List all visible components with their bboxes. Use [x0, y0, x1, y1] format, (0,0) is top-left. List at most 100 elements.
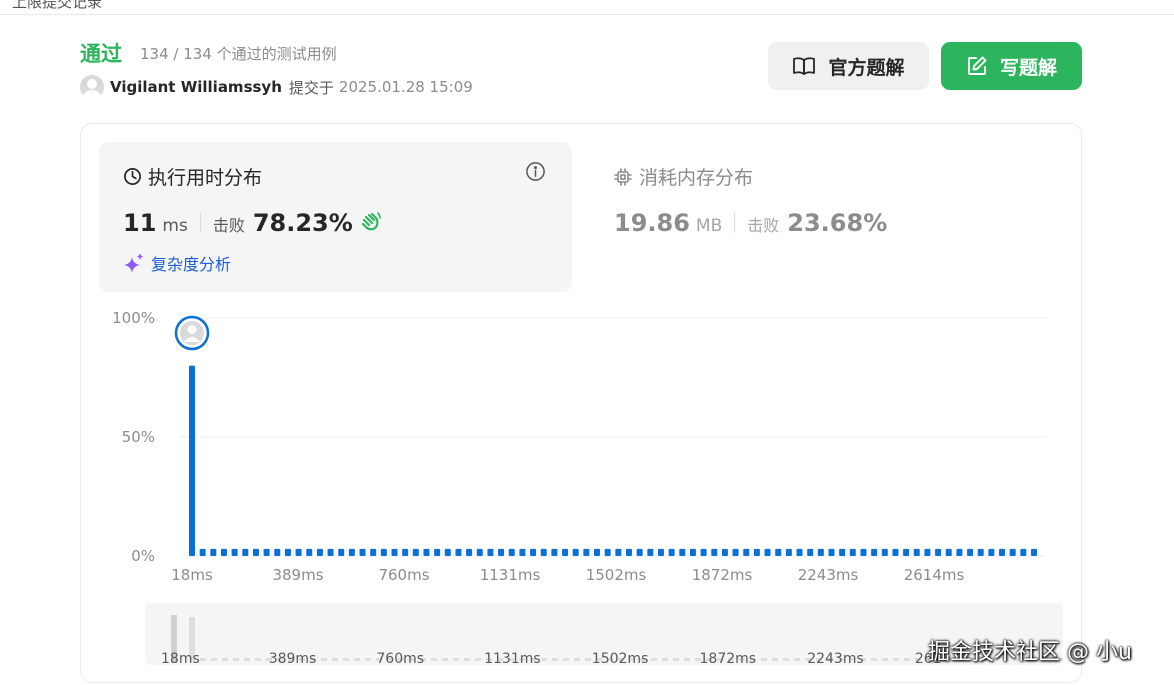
- histogram-bar[interactable]: [860, 548, 867, 556]
- histogram-bar[interactable]: [423, 548, 430, 556]
- histogram-bar[interactable]: [945, 548, 952, 556]
- histogram-bar[interactable]: [881, 548, 888, 556]
- histogram-bar[interactable]: [721, 548, 728, 556]
- complexity-analysis-link[interactable]: 复杂度分析: [123, 251, 231, 275]
- histogram-bar[interactable]: [455, 548, 462, 556]
- histogram-bar[interactable]: [242, 548, 249, 556]
- histogram-bar[interactable]: [274, 548, 281, 556]
- histogram-bar[interactable]: [625, 548, 632, 556]
- avatar[interactable]: [80, 75, 104, 99]
- histogram-bar[interactable]: [732, 548, 739, 556]
- histogram-bar[interactable]: [807, 548, 814, 556]
- runtime-distribution-chart[interactable]: 100% 50% 0% 18ms 389ms 760ms 1131ms 1502ms 1872m…: [100, 305, 1060, 595]
- histogram-bar[interactable]: [689, 548, 696, 556]
- histogram-bar[interactable]: [604, 548, 611, 556]
- histogram-bar[interactable]: [668, 548, 675, 556]
- histogram-bar[interactable]: [370, 548, 377, 556]
- histogram-bar[interactable]: [913, 548, 920, 556]
- submitter-name[interactable]: Vigilant Williamssyh: [110, 78, 282, 96]
- histogram-bar[interactable]: [594, 548, 601, 556]
- histogram-bar[interactable]: [1009, 548, 1016, 556]
- histogram-bar[interactable]: [849, 548, 856, 556]
- histogram-bar[interactable]: [476, 548, 483, 556]
- histogram-bar[interactable]: [210, 548, 217, 556]
- histogram-bar[interactable]: [636, 548, 643, 556]
- histogram-bar[interactable]: [220, 548, 227, 556]
- your-submission-marker[interactable]: [174, 315, 210, 351]
- histogram-bar[interactable]: [711, 548, 718, 556]
- histogram-bar[interactable]: [466, 548, 473, 556]
- histogram-bar[interactable]: [551, 548, 558, 556]
- memory-panel[interactable]: 消耗内存分布 19.86 MB 击败 23.68%: [595, 142, 1055, 292]
- histogram-bar[interactable]: [359, 548, 366, 556]
- histogram-bar[interactable]: [956, 548, 963, 556]
- histogram-bar[interactable]: [977, 548, 984, 556]
- histogram-bar[interactable]: [967, 548, 974, 556]
- histogram-bar[interactable]: [402, 548, 409, 556]
- histogram-bar[interactable]: [434, 548, 441, 556]
- range-navigator-chart[interactable]: 18ms 389ms 760ms 1131ms 1502ms 1872ms 2243ms 26…: [145, 603, 1063, 665]
- histogram-bar[interactable]: [380, 548, 387, 556]
- navigator-bar: [354, 658, 360, 661]
- runtime-panel[interactable]: 执行用时分布 11 ms 击败 78.23% 复杂度分析: [99, 142, 572, 292]
- histogram-bar[interactable]: [1031, 548, 1037, 556]
- histogram-bar[interactable]: [903, 548, 910, 556]
- histogram-bar[interactable]: [892, 548, 899, 556]
- histogram-bar[interactable]: [839, 548, 846, 556]
- avatar-head: [187, 325, 197, 334]
- histogram-bar[interactable]: [295, 548, 302, 556]
- histogram-bar[interactable]: [391, 548, 398, 556]
- histogram-bar[interactable]: [647, 548, 654, 556]
- histogram-bar[interactable]: [775, 548, 782, 556]
- histogram-bar[interactable]: [999, 548, 1006, 556]
- histogram-bar[interactable]: [444, 548, 451, 556]
- navigator-bar: [673, 658, 679, 661]
- histogram-bar[interactable]: [231, 548, 238, 556]
- navigator-bar: [431, 658, 437, 661]
- histogram-bar[interactable]: [562, 548, 569, 556]
- histogram-bar[interactable]: [508, 548, 515, 556]
- histogram-bar[interactable]: [252, 548, 259, 556]
- histogram-bar[interactable]: [263, 548, 270, 556]
- histogram-bar[interactable]: [796, 548, 803, 556]
- submission-status: 通过: [80, 42, 122, 66]
- histogram-bar[interactable]: [572, 548, 579, 556]
- histogram-bar[interactable]: [327, 548, 334, 556]
- histogram-bar[interactable]: [657, 548, 664, 556]
- histogram-bar[interactable]: [828, 548, 835, 556]
- histogram-bar[interactable]: [817, 548, 824, 556]
- histogram-bar[interactable]: [679, 548, 686, 556]
- histogram-bar[interactable]: [284, 548, 291, 556]
- histogram-bar[interactable]: [615, 548, 622, 556]
- histogram-bar[interactable]: [498, 548, 505, 556]
- histogram-bar[interactable]: [988, 548, 995, 556]
- navigator-tick-label: 18ms: [161, 651, 200, 665]
- histogram-bar[interactable]: [316, 548, 323, 556]
- divider: [734, 213, 736, 233]
- histogram-bar[interactable]: [519, 548, 526, 556]
- histogram-bar[interactable]: [753, 548, 760, 556]
- histogram-bar[interactable]: [764, 548, 771, 556]
- histogram-bar[interactable]: [412, 548, 419, 556]
- write-solution-button[interactable]: 写题解: [941, 42, 1082, 90]
- histogram-bar[interactable]: [540, 548, 547, 556]
- histogram-bar[interactable]: [743, 548, 750, 556]
- histogram-bar[interactable]: [338, 548, 345, 556]
- histogram-bar[interactable]: [348, 548, 355, 556]
- info-icon[interactable]: [525, 161, 546, 182]
- histogram-bar[interactable]: [530, 548, 537, 556]
- histogram-bar[interactable]: [1020, 548, 1027, 556]
- complexity-analysis-label: 复杂度分析: [151, 255, 232, 274]
- histogram-bar[interactable]: [306, 548, 313, 556]
- official-solution-button[interactable]: 官方题解: [768, 42, 929, 90]
- range-navigator[interactable]: 18ms 389ms 760ms 1131ms 1502ms 1872ms 2243ms 26…: [145, 603, 1063, 665]
- histogram-bar[interactable]: [785, 548, 792, 556]
- histogram-bar[interactable]: [583, 548, 590, 556]
- histogram-bar[interactable]: [189, 365, 195, 556]
- histogram-bar[interactable]: [871, 548, 878, 556]
- histogram-bar[interactable]: [700, 548, 707, 556]
- histogram-bar[interactable]: [935, 548, 942, 556]
- histogram-bar[interactable]: [924, 548, 931, 556]
- histogram-bar[interactable]: [199, 548, 206, 556]
- histogram-bar[interactable]: [487, 548, 494, 556]
